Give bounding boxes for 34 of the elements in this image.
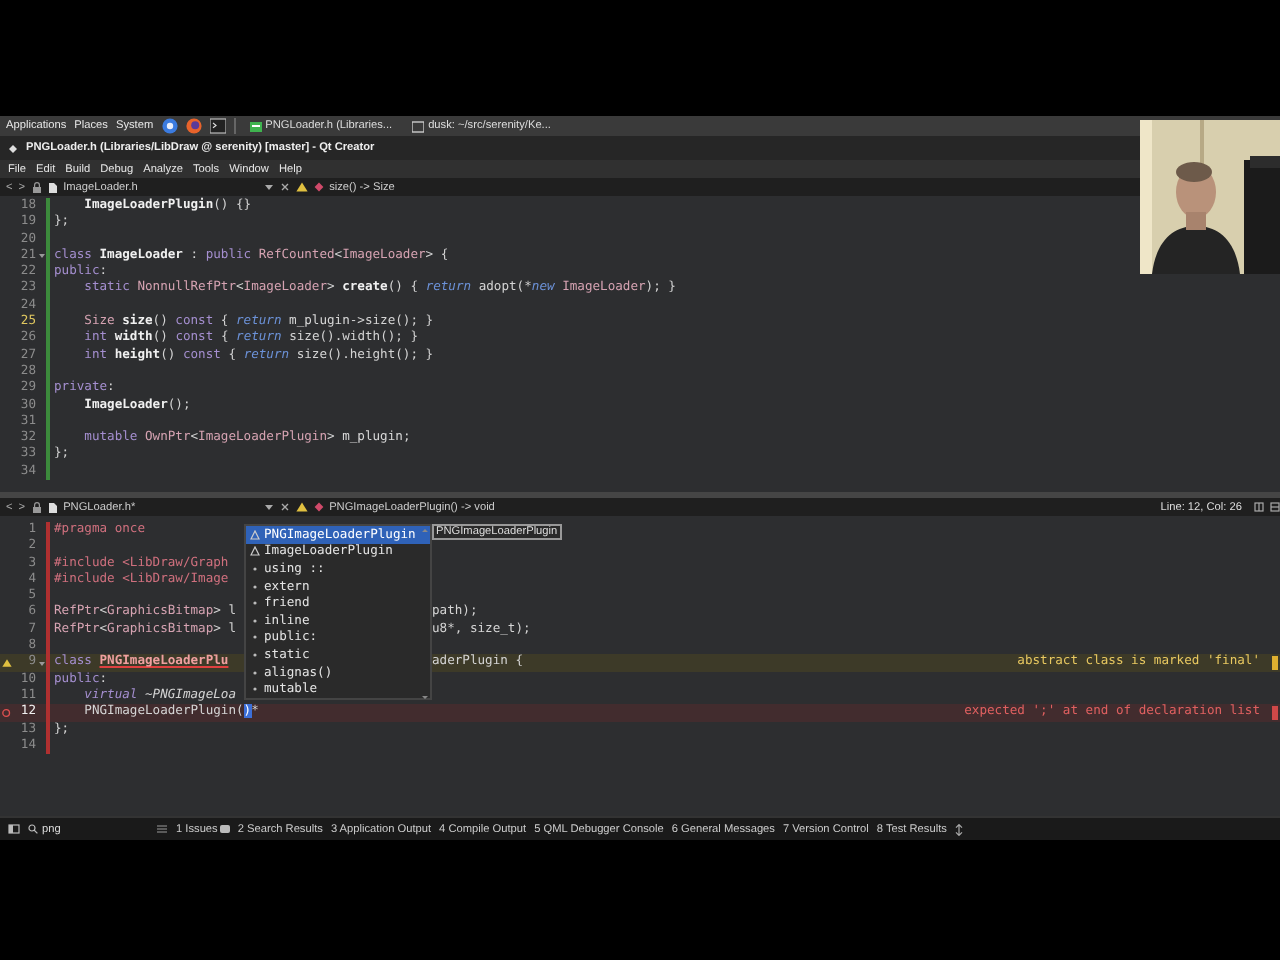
file-icon — [47, 501, 58, 513]
search-icon — [28, 824, 38, 834]
dot-icon — [250, 649, 260, 660]
sidebar-toggle-icon[interactable] — [8, 824, 20, 834]
function-icon — [313, 182, 324, 192]
fold-icon[interactable] — [37, 252, 45, 261]
dot-icon — [250, 598, 260, 609]
dot-icon — [250, 615, 260, 626]
function-icon — [313, 502, 324, 512]
dot-icon — [250, 581, 260, 592]
close-icon[interactable] — [279, 502, 290, 512]
terminal-icon[interactable] — [209, 118, 226, 134]
split-icon[interactable] — [1254, 502, 1264, 512]
dot-icon — [250, 632, 260, 643]
warning-icon — [2, 658, 12, 669]
window-menu-icon[interactable] — [8, 143, 18, 153]
file-icon — [47, 181, 58, 193]
close-icon[interactable] — [279, 182, 290, 192]
split-icon[interactable] — [1270, 502, 1280, 512]
resize-icon[interactable] — [954, 823, 965, 835]
dot-icon — [250, 684, 260, 695]
lock-icon — [31, 181, 42, 193]
dot-icon — [250, 563, 260, 574]
dropdown-icon[interactable] — [263, 502, 274, 512]
fold-icon[interactable] — [37, 659, 45, 668]
filter-icon[interactable] — [156, 824, 168, 834]
dot-icon — [250, 667, 260, 678]
scrollbar-marker — [1272, 656, 1278, 671]
scrollbar-marker — [1272, 705, 1278, 720]
terminal-icon — [412, 119, 425, 133]
dropdown-icon[interactable] — [263, 182, 274, 192]
error-icon — [2, 707, 12, 718]
editor-icon — [249, 119, 262, 133]
lock-icon — [31, 501, 42, 513]
